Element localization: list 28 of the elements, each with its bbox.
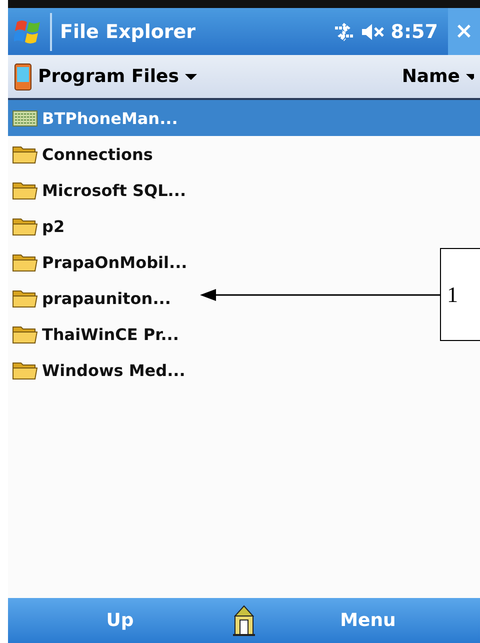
folder-icon [12,288,38,308]
sort-dropdown[interactable]: Name [396,66,480,87]
clock-time[interactable]: 8:57 [390,20,438,42]
app-icon [12,108,38,128]
file-list-item[interactable]: Microsoft SQL... [8,172,196,208]
folder-icon [12,360,38,380]
file-list-item[interactable]: prapauniton... [8,280,181,316]
windows-logo-icon [14,18,42,46]
file-list-item[interactable]: ThaiWinCE Pr... [8,316,189,352]
file-list-item[interactable]: p2 [8,208,75,244]
file-list-item[interactable]: PrapaOnMobil... [8,244,198,280]
window-title: File Explorer [60,20,197,42]
folder-icon [12,252,38,272]
folder-icon [12,180,38,200]
callout-label: 1 [447,282,458,308]
file-list-item[interactable]: Connections [8,136,163,172]
file-list-item[interactable]: BTPhoneMan... [8,100,480,136]
speaker-muted-icon[interactable] [360,22,385,42]
folder-dropdown[interactable]: Program Files [8,62,203,90]
connectivity-icon[interactable] [332,22,355,42]
file-list-item[interactable]: Windows Med... [8,352,196,388]
folder-icon [12,144,38,164]
caret-icon [184,72,197,80]
device-icon [14,62,32,90]
shrine-icon[interactable] [232,604,256,636]
caret-icon [466,72,474,80]
folder-icon [12,324,38,344]
folder-icon [12,216,38,236]
